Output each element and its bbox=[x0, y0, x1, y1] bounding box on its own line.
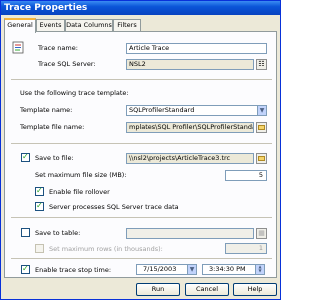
stop-date-picker[interactable]: 7/15/2003 ▼ bbox=[136, 264, 197, 275]
save-file-browse-button[interactable] bbox=[256, 153, 267, 164]
properties-icon: ☷ bbox=[258, 60, 265, 68]
template-file-field: mplates\SQL Profiler\SQLProfilerStandard… bbox=[126, 122, 254, 133]
trace-name-input[interactable]: Article Trace bbox=[126, 43, 267, 54]
stop-time-checkbox[interactable] bbox=[21, 264, 30, 274]
template-browse-button[interactable] bbox=[256, 122, 267, 133]
separator bbox=[11, 79, 272, 80]
template-name-value: SQLProfilerStandard bbox=[129, 106, 195, 114]
run-button[interactable]: Run bbox=[136, 283, 180, 296]
save-to-table-label: Save to table: bbox=[35, 229, 81, 237]
server-processes-label: Server processes SQL Server trace data bbox=[49, 203, 179, 211]
general-panel: Trace name: Article Trace Trace SQL Serv… bbox=[4, 31, 277, 278]
stop-time-label: Enable trace stop time: bbox=[35, 266, 112, 274]
max-rows-input[interactable]: 1 bbox=[225, 243, 267, 254]
trace-server-label: Trace SQL Server: bbox=[38, 60, 96, 68]
stop-time-value: 3:34:30 PM bbox=[209, 265, 246, 273]
template-file-label: Template file name: bbox=[20, 123, 85, 131]
file-rollover-label: Enable file rollover bbox=[49, 188, 110, 196]
table-icon: ▦ bbox=[258, 229, 265, 237]
window-title: Trace Properties bbox=[1, 1, 280, 15]
stop-date-value: 7/15/2003 bbox=[143, 265, 177, 273]
save-to-table-checkbox[interactable] bbox=[21, 228, 30, 237]
trace-properties-window: Trace Properties General Events Data Col… bbox=[0, 0, 281, 300]
trace-properties-icon bbox=[12, 41, 25, 54]
max-file-size-label: Set maximum file size (MB): bbox=[35, 171, 127, 179]
trace-server-field: NSL2 bbox=[126, 59, 254, 70]
help-button[interactable]: Help bbox=[233, 283, 277, 296]
server-processes-checkbox[interactable] bbox=[35, 201, 44, 211]
server-properties-button[interactable]: ☷ bbox=[256, 59, 267, 70]
separator bbox=[11, 258, 272, 259]
chevron-down-icon[interactable]: ▼ bbox=[257, 106, 266, 115]
save-table-browse-button[interactable]: ▦ bbox=[256, 228, 267, 239]
max-rows-label: Set maximum rows (in thousands): bbox=[49, 245, 163, 253]
save-file-path-field: \\nsl2\projects\ArticleTrace3.trc bbox=[126, 153, 254, 164]
separator bbox=[11, 217, 272, 218]
separator bbox=[11, 143, 272, 144]
tab-general[interactable]: General bbox=[4, 18, 36, 33]
template-heading: Use the following trace template: bbox=[20, 89, 129, 97]
folder-icon bbox=[258, 156, 265, 161]
trace-name-label: Trace name: bbox=[38, 44, 78, 52]
chevron-down-icon[interactable]: ▼ bbox=[187, 265, 196, 274]
stop-time-spinner[interactable]: 3:34:30 PM ▲ ▼ bbox=[202, 264, 265, 275]
spinner-arrows-icon[interactable]: ▲ ▼ bbox=[255, 265, 264, 274]
save-to-file-checkbox[interactable] bbox=[21, 152, 30, 162]
folder-icon bbox=[258, 125, 265, 130]
save-table-field bbox=[126, 228, 254, 239]
max-file-size-input[interactable]: 5 bbox=[225, 170, 267, 181]
max-rows-checkbox[interactable] bbox=[35, 244, 44, 253]
file-rollover-checkbox[interactable] bbox=[35, 186, 44, 196]
cancel-button[interactable]: Cancel bbox=[185, 283, 229, 296]
save-to-file-label: Save to file: bbox=[35, 154, 74, 162]
template-name-label: Template name: bbox=[20, 106, 73, 114]
template-name-select[interactable]: SQLProfilerStandard ▼ bbox=[126, 105, 267, 116]
